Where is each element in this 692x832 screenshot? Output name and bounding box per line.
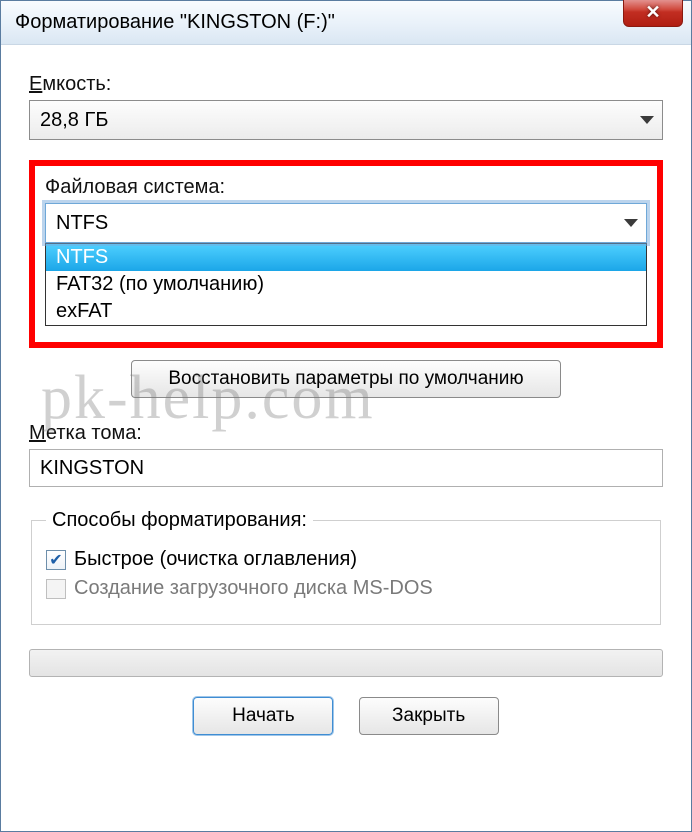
format-dialog: Форматирование "KINGSTON (F:)" ✕ Емкость… xyxy=(0,0,692,832)
filesystem-option-ntfs[interactable]: NTFS xyxy=(46,244,646,271)
msdos-boot-checkbox xyxy=(46,579,66,599)
titlebar: Форматирование "KINGSTON (F:)" ✕ xyxy=(1,1,691,45)
filesystem-dropdown: NTFS FAT32 (по умолчанию) exFAT xyxy=(45,243,647,326)
window-title: Форматирование "KINGSTON (F:)" xyxy=(15,11,335,34)
close-window-button[interactable]: ✕ xyxy=(623,0,683,27)
capacity-combo[interactable]: 28,8 ГБ xyxy=(29,100,663,140)
quick-format-label: Быстрое (очистка оглавления) xyxy=(74,548,357,571)
volume-label-input[interactable] xyxy=(29,449,663,487)
dialog-buttons: Начать Закрыть xyxy=(29,697,663,735)
start-button[interactable]: Начать xyxy=(193,697,333,735)
chevron-down-icon xyxy=(624,219,638,227)
filesystem-highlight: Файловая система: NTFS NTFS FAT32 (по ум… xyxy=(29,160,663,348)
format-options-legend: Способы форматирования: xyxy=(46,509,313,532)
filesystem-label: Файловая система: xyxy=(45,176,647,199)
format-progress-bar xyxy=(29,649,663,677)
dialog-body: Емкость: 28,8 ГБ Файловая система: NTFS … xyxy=(1,45,691,751)
quick-format-checkbox[interactable]: ✔ xyxy=(46,550,66,570)
volume-label-label: Метка тома: xyxy=(29,422,663,445)
format-options-group: Способы форматирования: ✔ Быстрое (очист… xyxy=(31,509,661,625)
msdos-boot-label: Создание загрузочного диска MS-DOS xyxy=(74,577,433,600)
close-icon: ✕ xyxy=(645,2,660,23)
filesystem-option-fat32[interactable]: FAT32 (по умолчанию) xyxy=(46,271,646,298)
capacity-label: Емкость: xyxy=(29,73,663,96)
capacity-value: 28,8 ГБ xyxy=(40,109,108,132)
filesystem-combo[interactable]: NTFS xyxy=(45,203,647,243)
chevron-down-icon xyxy=(640,116,654,124)
msdos-boot-row: Создание загрузочного диска MS-DOS xyxy=(46,577,646,600)
restore-defaults-button[interactable]: Восстановить параметры по умолчанию xyxy=(131,360,561,398)
filesystem-option-exfat[interactable]: exFAT xyxy=(46,298,646,325)
close-button[interactable]: Закрыть xyxy=(359,697,499,735)
filesystem-value: NTFS xyxy=(56,212,108,235)
quick-format-row[interactable]: ✔ Быстрое (очистка оглавления) xyxy=(46,548,646,571)
